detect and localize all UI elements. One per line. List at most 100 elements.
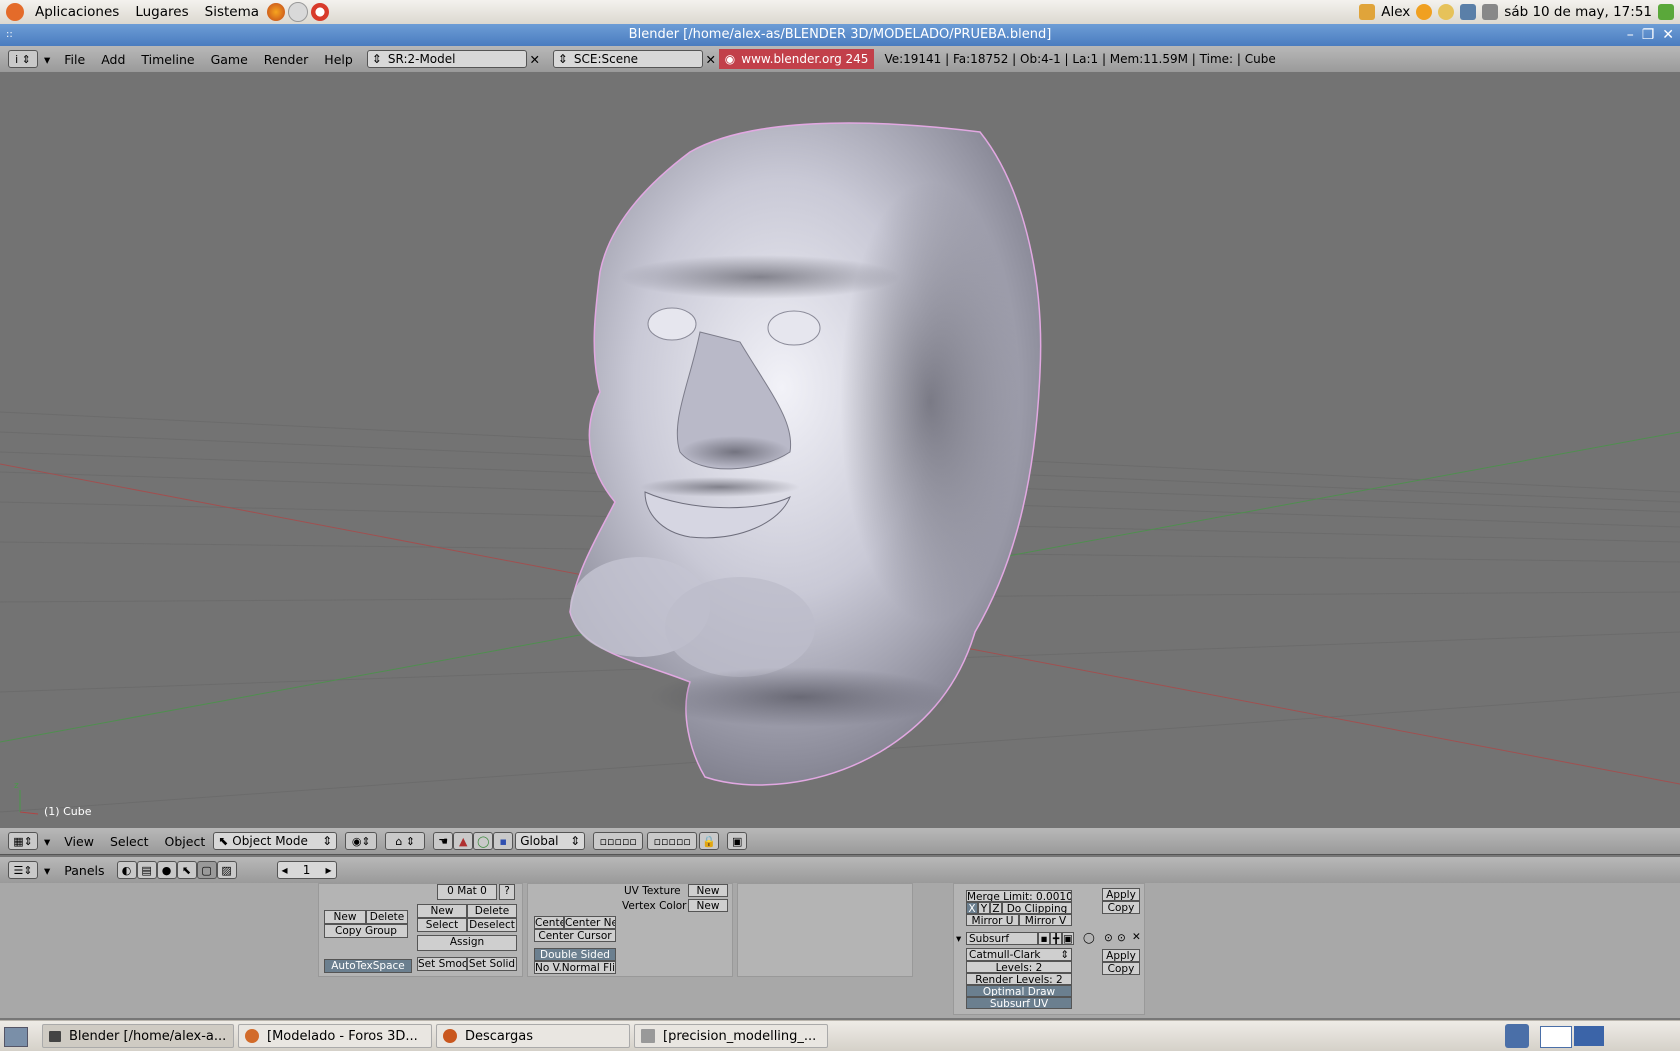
layers-1-10-buttons[interactable]: ▫▫▫▫▫ [593, 832, 644, 850]
object-context-icon[interactable]: ⬉ [176, 861, 197, 879]
update-icon[interactable] [1416, 4, 1433, 20]
rotate-manipulator-icon[interactable]: ◯ [473, 832, 494, 850]
workspace-1-button[interactable] [1540, 1026, 1572, 1048]
autotexspace-toggle[interactable]: AutoTexSpace [324, 959, 412, 973]
modifier-remove-icon[interactable]: ✕ [1132, 931, 1141, 943]
delete-scene-button[interactable]: ✕ [703, 50, 719, 68]
menu-aplicaciones[interactable]: Aplicaciones [27, 4, 127, 20]
view-collapse-icon[interactable]: ▾ [38, 834, 56, 849]
material-select-button[interactable]: Select [417, 918, 467, 932]
menu-panels[interactable]: Panels [56, 863, 112, 878]
merge-limit-field[interactable]: Merge Limit: 0.0010 [966, 890, 1072, 902]
mirror-apply-button[interactable]: Apply [1102, 888, 1140, 901]
firefox-launcher-icon[interactable] [267, 3, 286, 21]
material-assign-button[interactable]: Assign [417, 935, 517, 951]
maximize-icon[interactable]: ❐ [1642, 24, 1655, 46]
volume-icon[interactable] [1482, 4, 1499, 20]
menu-sistema[interactable]: Sistema [197, 4, 267, 20]
menu-file[interactable]: File [56, 52, 93, 67]
search-icon[interactable] [1438, 4, 1455, 20]
menu-object[interactable]: Object [157, 834, 214, 849]
vertex-color-new-button[interactable]: New [688, 899, 728, 912]
mirror-u-toggle[interactable]: Mirror U [966, 914, 1019, 926]
uv-texture-new-button[interactable]: New [688, 884, 728, 897]
scene-context-icon[interactable]: ▨ [216, 861, 237, 879]
subsurf-copy-button[interactable]: Copy [1102, 962, 1140, 975]
subsurf-type-selector[interactable]: Catmull-Clark ⇕ [966, 948, 1072, 961]
center-button[interactable]: Cente [534, 916, 564, 929]
ubuntu-logo-icon[interactable] [6, 3, 24, 21]
subsurf-uv-toggle[interactable]: Subsurf UV [966, 997, 1072, 1009]
collapse-menu-icon[interactable]: ▾ [38, 52, 56, 67]
task-descargas[interactable]: Descargas [436, 1024, 630, 1048]
mode-selector[interactable]: ⬉ Object Mode ⇕ [213, 832, 338, 850]
editing-context-icon[interactable]: ▢ [196, 861, 217, 879]
render-opengl-icon[interactable]: ▣ [727, 832, 748, 850]
menu-select[interactable]: Select [102, 834, 157, 849]
view-window-type-icon[interactable]: ▦⇕ [8, 832, 38, 850]
vgroup-delete-button[interactable]: Delete [366, 910, 408, 924]
center-cursor-button[interactable]: Center Cursor [534, 929, 616, 942]
scale-manipulator-icon[interactable]: ▪ [493, 832, 514, 850]
menu-lugares[interactable]: Lugares [127, 4, 196, 20]
user-name[interactable]: Alex [1381, 4, 1410, 20]
task-firefox-foros[interactable]: [Modelado - Foros 3D... [238, 1024, 432, 1048]
manipulator-toggle[interactable]: ☚ [433, 832, 454, 850]
material-deselect-button[interactable]: Deselect [467, 918, 517, 932]
task-precision-modelling[interactable]: [precision_modelling_... [634, 1024, 828, 1048]
scene-browse-icon[interactable]: ⇕ [558, 52, 568, 66]
window-titlebar[interactable]: :: Blender [/home/alex-as/BLENDER 3D/MOD… [0, 24, 1680, 46]
set-smooth-button[interactable]: Set Smoo [417, 957, 467, 971]
menu-render[interactable]: Render [256, 52, 317, 67]
mirror-x-toggle[interactable]: X [966, 902, 978, 914]
logic-context-icon[interactable]: ◐ [116, 861, 137, 879]
subsurf-cage-icon[interactable]: ◯ [1083, 932, 1095, 944]
frame-increment-icon[interactable]: ▸ [325, 863, 331, 877]
subsurf-render-toggle-icon[interactable]: ▪ [1038, 932, 1050, 945]
render-levels-field[interactable]: Render Levels: 2 [966, 973, 1072, 985]
translate-manipulator-icon[interactable]: ▲ [453, 832, 474, 850]
subsurf-apply-button[interactable]: Apply [1102, 949, 1140, 962]
script-context-icon[interactable]: ▤ [136, 861, 157, 879]
clock[interactable]: sáb 10 de may, 17:51 [1504, 4, 1652, 20]
shading-context-icon[interactable]: ● [156, 861, 177, 879]
frame-number-field[interactable]: ◂ 1 ▸ [276, 861, 337, 879]
buttons-window-type-icon[interactable]: ☰⇕ [8, 861, 38, 879]
task-blender[interactable]: Blender [/home/alex-a... [42, 1024, 234, 1048]
show-desktop-icon[interactable] [4, 1027, 28, 1047]
help-launcher-icon[interactable] [311, 3, 330, 21]
frame-decrement-icon[interactable]: ◂ [282, 863, 288, 877]
network-icon[interactable] [1460, 4, 1477, 20]
close-icon[interactable]: ✕ [1662, 24, 1674, 46]
keys-icon[interactable] [1359, 4, 1376, 20]
info-window-type-icon[interactable]: i ⇕ [8, 50, 38, 68]
menu-view[interactable]: View [56, 834, 102, 849]
double-sided-toggle[interactable]: Double Sided [534, 948, 616, 961]
subsurf-name-field[interactable]: Subsurf [966, 932, 1038, 945]
delete-screen-button[interactable]: ✕ [527, 50, 543, 68]
levels-field[interactable]: Levels: 2 [966, 961, 1072, 973]
center-new-button[interactable]: Center Ne [564, 916, 616, 929]
window-menu-icon[interactable]: :: [6, 24, 13, 46]
menu-timeline[interactable]: Timeline [133, 52, 202, 67]
blender-splash-button[interactable]: ◉ www.blender.org 245 [718, 49, 875, 69]
modifier-move-up-icon[interactable]: ⊙ [1104, 932, 1113, 944]
subsurf-view-toggle-icon[interactable]: ╋ [1050, 932, 1062, 945]
minimize-icon[interactable]: – [1627, 24, 1634, 46]
mail-launcher-icon[interactable] [288, 2, 309, 22]
optimal-draw-toggle[interactable]: Optimal Draw [966, 985, 1072, 997]
no-vnormal-flip-toggle[interactable]: No V.Normal Flip [534, 961, 616, 974]
screen-browse-icon[interactable]: ⇕ [372, 52, 382, 66]
material-new-button[interactable]: New [417, 904, 467, 918]
mirror-copy-button[interactable]: Copy [1102, 901, 1140, 914]
orientation-selector[interactable]: Global ⇕ [515, 832, 586, 850]
pivot-selector[interactable]: ⌂ ⇕ [385, 832, 426, 850]
mirror-z-toggle[interactable]: Z [990, 902, 1002, 914]
mirror-v-toggle[interactable]: Mirror V [1019, 914, 1072, 926]
layers-11-20-buttons[interactable]: ▫▫▫▫▫ [647, 832, 698, 850]
scene-selector[interactable]: ⇕ SCE:Scene [552, 50, 703, 68]
workspace-2-button[interactable] [1574, 1026, 1604, 1046]
material-help-button[interactable]: ? [499, 884, 515, 900]
vgroup-new-button[interactable]: New [324, 910, 366, 924]
logout-icon[interactable] [1658, 4, 1674, 20]
